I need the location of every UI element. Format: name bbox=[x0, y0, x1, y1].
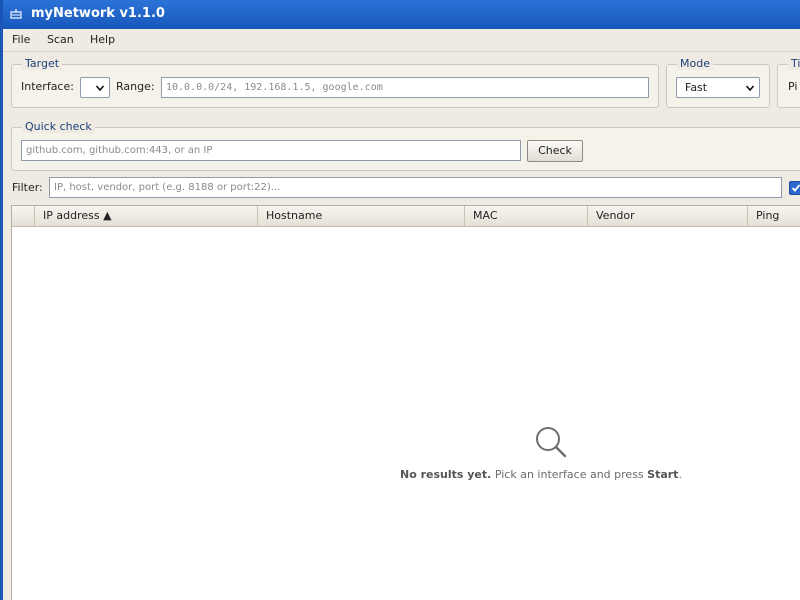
timing-group-title: Ti bbox=[788, 57, 800, 70]
empty-state-end: . bbox=[678, 468, 682, 481]
mode-select-value: Fast bbox=[685, 81, 708, 94]
interface-label: Interface: bbox=[21, 80, 74, 93]
filter-checkbox[interactable] bbox=[789, 181, 800, 195]
results-table[interactable]: IP address ▲ Hostname MAC Vendor Ping No… bbox=[11, 205, 800, 600]
empty-state-action: Start bbox=[647, 468, 679, 481]
empty-state-lead: No results yet. bbox=[400, 468, 492, 481]
title-bar[interactable]: myNetwork v1.1.0 bbox=[3, 0, 800, 29]
column-header-select[interactable] bbox=[12, 206, 35, 226]
menu-file[interactable]: File bbox=[12, 33, 30, 46]
target-group-title: Target bbox=[22, 57, 63, 70]
column-header-ping[interactable]: Ping bbox=[748, 206, 800, 226]
network-icon bbox=[10, 9, 22, 19]
table-header: IP address ▲ Hostname MAC Vendor Ping bbox=[12, 206, 800, 227]
column-header-hostname[interactable]: Hostname bbox=[258, 206, 465, 226]
filter-input[interactable] bbox=[49, 177, 782, 198]
timing-group: Ti Pi bbox=[777, 57, 800, 108]
search-icon bbox=[536, 427, 567, 458]
empty-state-text: Pick an interface and press bbox=[491, 468, 648, 481]
quick-check-input[interactable] bbox=[21, 140, 521, 161]
menu-scan[interactable]: Scan bbox=[47, 33, 74, 46]
range-input[interactable] bbox=[161, 77, 649, 98]
empty-state-message: No results yet. Pick an interface and pr… bbox=[400, 468, 700, 481]
filter-label: Filter: bbox=[12, 181, 43, 194]
window-title: myNetwork v1.1.0 bbox=[31, 6, 165, 21]
quick-check-group: Quick check Check bbox=[11, 120, 800, 171]
quick-check-title: Quick check bbox=[22, 120, 95, 133]
menu-help[interactable]: Help bbox=[90, 33, 115, 46]
column-header-ip[interactable]: IP address ▲ bbox=[35, 206, 258, 226]
column-header-mac[interactable]: MAC bbox=[465, 206, 588, 226]
check-button[interactable]: Check bbox=[527, 140, 583, 162]
timing-label: Pi bbox=[788, 80, 798, 93]
target-group: Target Interface: Range: bbox=[11, 57, 659, 108]
range-label: Range: bbox=[116, 80, 155, 93]
mode-select[interactable]: Fast bbox=[676, 77, 760, 98]
menu-bar: File Scan Help bbox=[3, 29, 800, 52]
column-header-vendor[interactable]: Vendor bbox=[588, 206, 748, 226]
mode-group-title: Mode bbox=[677, 57, 713, 70]
interface-select[interactable] bbox=[80, 77, 110, 98]
chevron-down-icon bbox=[95, 85, 105, 92]
checkmark-icon bbox=[791, 184, 800, 192]
chevron-down-icon bbox=[745, 85, 755, 92]
app-window: myNetwork v1.1.0 File Scan Help Target I… bbox=[3, 0, 800, 600]
mode-group: Mode Fast bbox=[666, 57, 770, 108]
